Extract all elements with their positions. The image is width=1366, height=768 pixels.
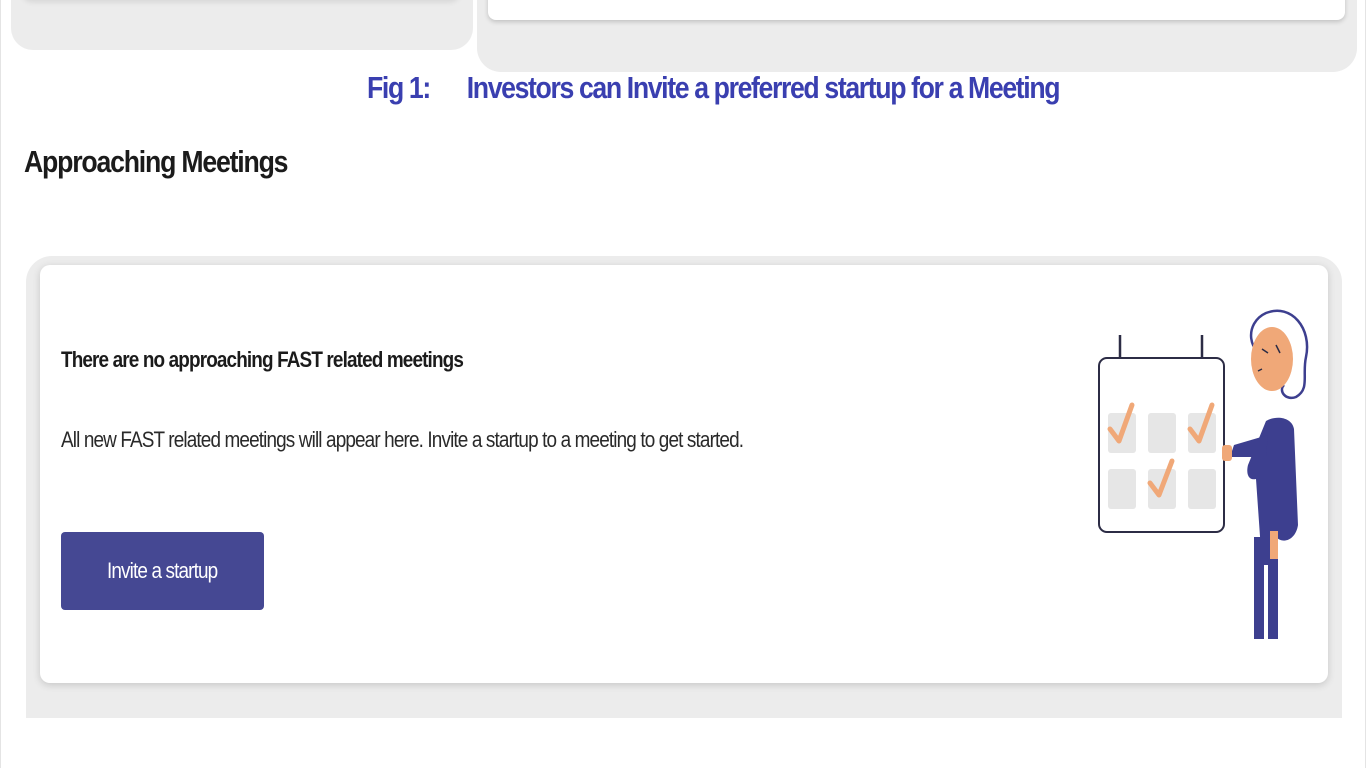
- empty-state-description: All new FAST related meetings will appea…: [61, 427, 744, 452]
- empty-state-card: There are no approaching FAST related me…: [40, 265, 1328, 683]
- empty-state-title: There are no approaching FAST related me…: [61, 347, 464, 372]
- calendar-illustration: [1098, 309, 1309, 639]
- section-title: Approaching Meetings: [24, 144, 288, 179]
- page: Fig 1: Investors can Invite a preferred …: [0, 0, 1366, 768]
- figure-caption: Fig 1: Investors can Invite a preferred …: [367, 66, 1061, 110]
- previous-panel-card-right: [488, 0, 1345, 20]
- figure-label: Fig 1:: [367, 70, 431, 105]
- invite-startup-button[interactable]: Invite a startup: [61, 532, 264, 610]
- previous-panel-shell-left: [11, 0, 473, 50]
- invite-startup-button-label: Invite a startup: [107, 558, 218, 583]
- figure-caption-text: Investors can Invite a preferred startup…: [466, 70, 1061, 105]
